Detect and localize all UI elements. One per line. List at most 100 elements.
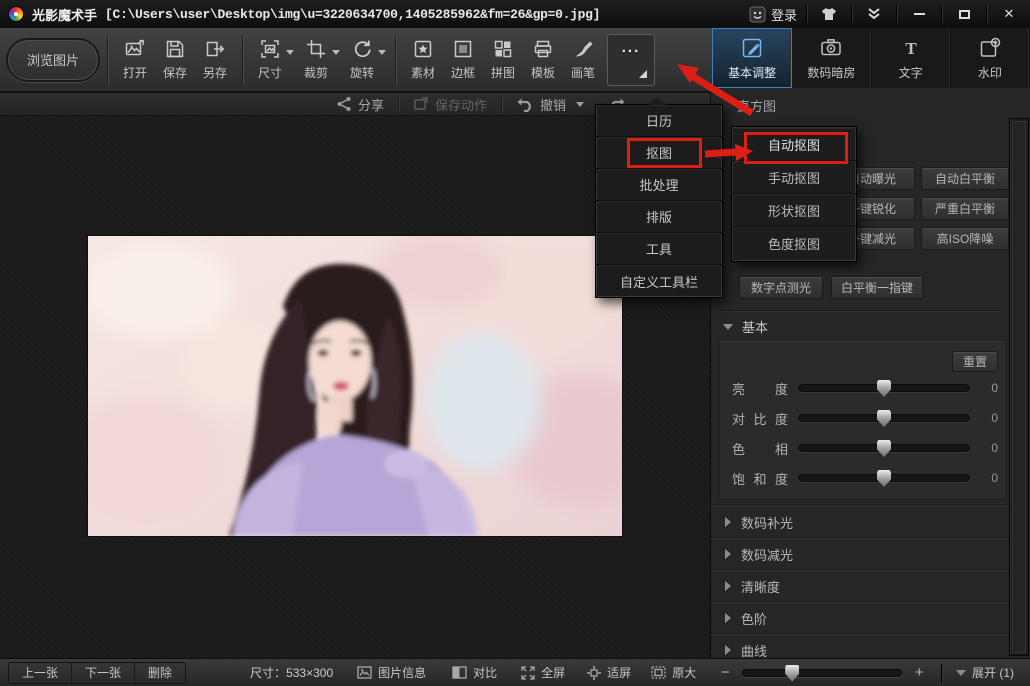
menu-item-tools[interactable]: 工具 [596,233,722,265]
template-icon [532,38,554,60]
compare-button[interactable]: 对比 [452,664,497,681]
reset-button[interactable]: 重置 [952,351,998,372]
delete-image-button[interactable]: 删除 [134,663,185,683]
saturation-slider[interactable] [798,474,970,482]
close-button[interactable]: ✕ [996,4,1022,24]
save-action-button[interactable]: 保存动作 [413,95,487,114]
zoom-slider[interactable] [742,669,902,677]
section-clarity[interactable]: 清晰度 [711,570,1009,602]
menu-item-layout[interactable]: 排版 [596,201,722,233]
expand-arrow-icon [725,517,731,527]
severe-white-balance-button[interactable]: 严重白平衡 [921,197,1009,220]
basic-section-header[interactable]: 基本 [723,317,768,336]
skin-button[interactable] [816,4,842,24]
contrast-slider[interactable] [798,414,970,422]
fit-screen-button[interactable]: 适屏 [587,664,631,681]
crop-button[interactable]: 裁剪 [296,32,336,88]
collage-button[interactable]: 拼图 [483,32,523,88]
section-digital-fill-light[interactable]: 数码补光 [711,506,1009,538]
slider-thumb[interactable] [877,410,891,427]
browse-images-button[interactable]: 浏览图片 [6,38,100,82]
brightness-slider[interactable] [798,384,970,392]
expand-arrow-icon [725,645,731,655]
collapse-window-button[interactable] [861,4,887,24]
crop-icon [305,38,327,60]
expand-panel-button[interactable]: 展开 (1) [956,664,1014,681]
section-curves[interactable]: 曲线 [711,634,1009,658]
tab-watermark[interactable]: 水印 [951,28,1030,88]
border-icon [452,38,474,60]
open-button[interactable]: 打开 [115,32,155,88]
save-button[interactable]: 保存 [155,32,195,88]
zoom-in-button[interactable]: + [912,664,926,681]
tab-text[interactable]: T 文字 [872,28,951,88]
tab-digital-darkroom[interactable]: 数码暗房 [792,28,871,88]
previous-image-button[interactable]: 上一张 [9,663,71,683]
minimize-button[interactable] [906,4,932,24]
slider-thumb[interactable] [877,380,891,397]
rotate-button[interactable]: 旋转 [342,32,382,88]
menu-item-cutout[interactable]: 抠图 [596,137,722,169]
collage-icon [492,38,514,60]
submenu-item-shape-cutout[interactable]: 形状抠图 [732,194,856,227]
menu-item-calendar[interactable]: 日历 [596,105,722,137]
fit-screen-label: 适屏 [607,664,631,681]
contrast-slider-row: 对比度 0 [732,407,998,429]
material-button[interactable]: 素材 [403,32,443,88]
resize-button[interactable]: 尺寸 [250,32,290,88]
slider-value: 0 [980,411,998,425]
section-levels[interactable]: 色阶 [711,602,1009,634]
slider-thumb[interactable] [877,440,891,457]
menu-item-custom-toolbar[interactable]: 自定义工具栏 [596,265,722,297]
compare-label: 对比 [473,664,497,681]
hue-slider[interactable] [798,444,970,452]
auto-white-balance-button[interactable]: 自动白平衡 [921,167,1009,190]
border-button[interactable]: 边框 [443,32,483,88]
template-button[interactable]: 模板 [523,32,563,88]
slider-thumb[interactable] [877,470,891,487]
rotate-dropdown-arrow[interactable] [378,50,386,55]
panel-scrollbar[interactable] [1009,118,1029,656]
actionbar-separator [501,96,502,112]
image-info-button[interactable]: 图片信息 [357,664,426,681]
original-size-button[interactable]: 原大 [651,664,696,681]
spot-metering-button[interactable]: 数字点测光 [739,276,823,299]
svg-text:T: T [905,39,917,58]
darkroom-camera-icon [819,36,843,60]
high-iso-denoise-button[interactable]: 高ISO降噪 [921,227,1009,250]
toolbar-label: 素材 [411,64,435,81]
section-digital-dim-light[interactable]: 数码减光 [711,538,1009,570]
brush-icon [572,38,594,60]
title-bar: 光影魔术手 [C:\Users\user\Desktop\img\u=32206… [0,0,1030,28]
toolbar-label: 尺寸 [258,64,282,81]
panel-separator [721,310,999,311]
more-tools-button[interactable]: ... [607,34,655,86]
share-button[interactable]: 分享 [336,95,384,114]
expand-arrow-down-icon [956,670,966,676]
tab-basic-adjust[interactable]: 基本调整 [712,28,792,88]
submenu-item-manual-cutout[interactable]: 手动抠图 [732,161,856,194]
fullscreen-button[interactable]: 全屏 [521,664,565,681]
zoom-slider-thumb[interactable] [785,665,799,682]
fullscreen-icon [521,666,535,680]
material-icon [412,38,434,60]
resize-dropdown-arrow[interactable] [286,50,294,55]
submenu-item-chroma-cutout[interactable]: 色度抠图 [732,227,856,260]
white-balance-one-touch-button[interactable]: 白平衡一指键 [831,276,923,299]
text-icon: T [899,36,923,60]
login-button[interactable]: 登录 [749,5,797,24]
save-as-button[interactable]: 另存 [195,32,235,88]
brush-button[interactable]: 画笔 [563,32,603,88]
scrollbar-thumb[interactable] [1012,121,1026,653]
menu-item-batch[interactable]: 批处理 [596,169,722,201]
crop-dropdown-arrow[interactable] [332,50,340,55]
slider-label: 饱和度 [732,469,788,488]
undo-dropdown-arrow[interactable] [576,102,584,107]
undo-button[interactable]: 撤销 [516,95,584,114]
brightness-slider-row: 亮度 0 [732,377,998,399]
zoom-out-button[interactable]: − [718,664,732,681]
submenu-item-auto-cutout[interactable]: 自动抠图 [732,128,856,161]
slider-value: 0 [980,471,998,485]
next-image-button[interactable]: 下一张 [71,663,134,683]
maximize-button[interactable] [951,4,977,24]
